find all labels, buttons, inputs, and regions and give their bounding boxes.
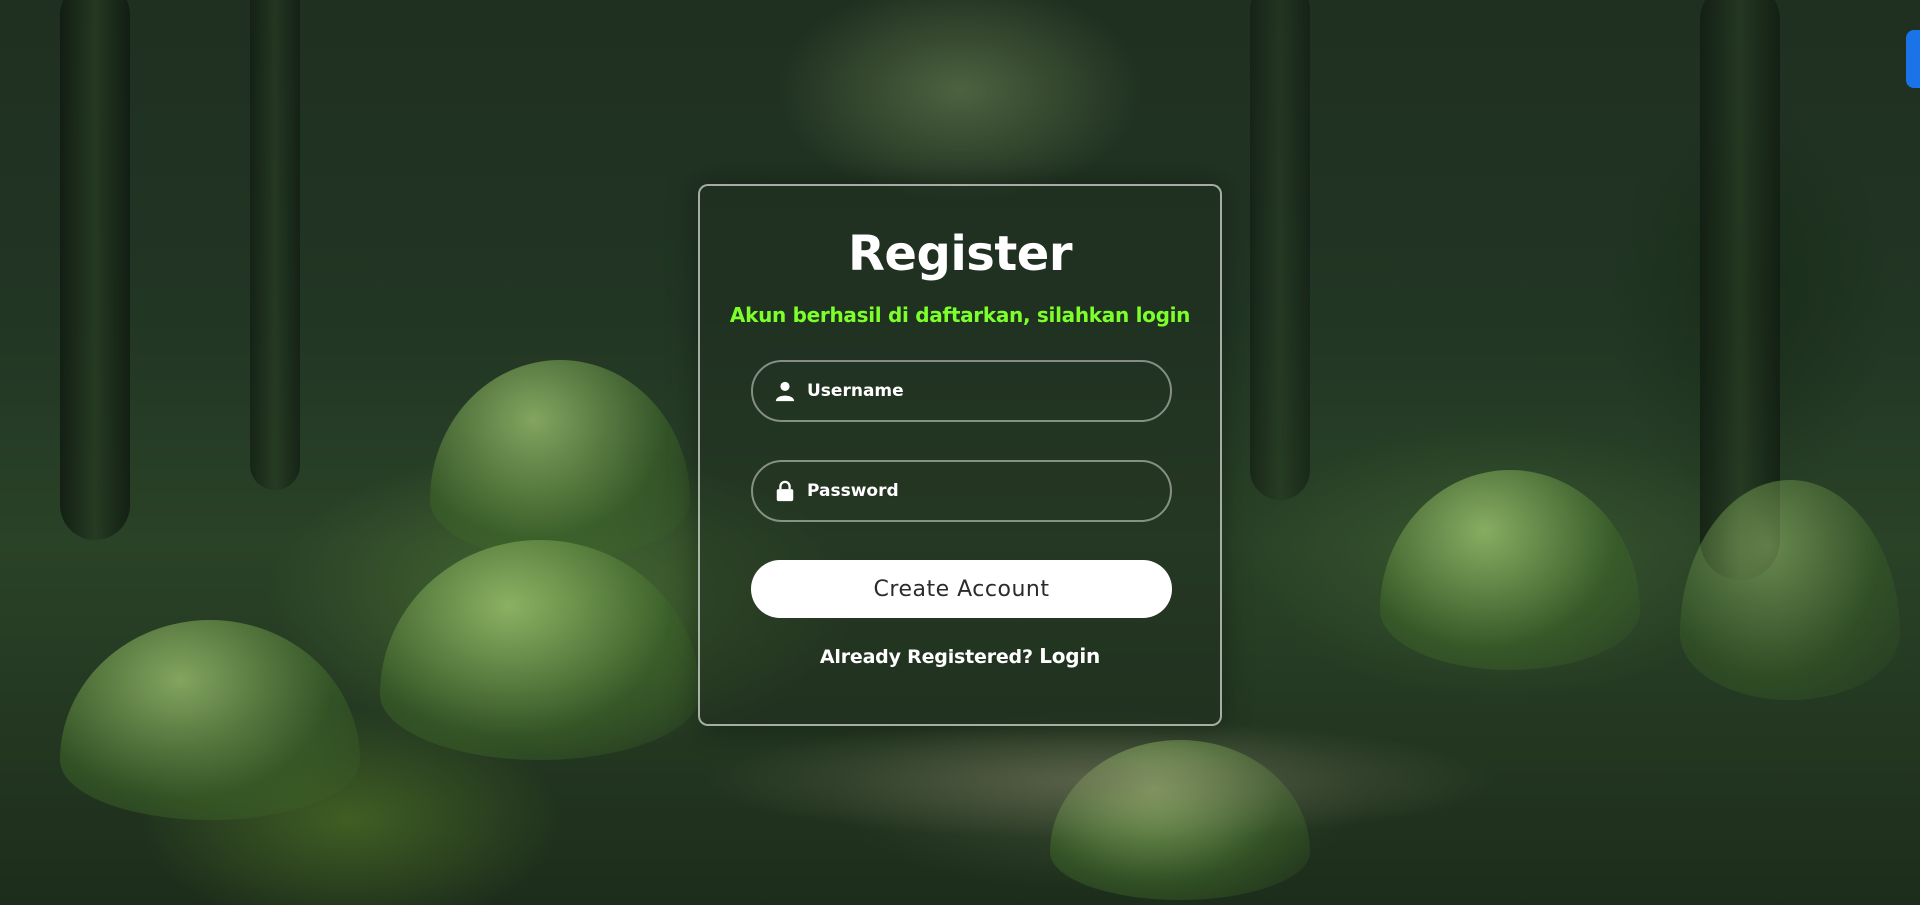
fern-leaf xyxy=(60,620,360,820)
tree-trunk xyxy=(250,0,300,490)
edge-tab[interactable] xyxy=(1906,30,1920,88)
create-account-button[interactable]: Create Account xyxy=(751,560,1172,618)
login-prompt: Already Registered? Login xyxy=(700,644,1220,668)
lock-icon xyxy=(773,479,797,503)
fern-leaf xyxy=(1380,470,1640,670)
password-input[interactable] xyxy=(805,461,1170,521)
user-icon xyxy=(773,379,797,403)
footer-text: Already Registered? xyxy=(819,646,1033,668)
username-field[interactable] xyxy=(751,360,1172,422)
username-input[interactable] xyxy=(805,361,1170,421)
stream xyxy=(700,720,1500,840)
tree-trunk xyxy=(1250,0,1310,500)
page-title: Register xyxy=(847,226,1073,282)
fern-leaf xyxy=(430,360,690,560)
success-message: Akun berhasil di daftarkan, silahkan log… xyxy=(729,302,1191,327)
register-card: Register Akun berhasil di daftarkan, sil… xyxy=(698,184,1222,726)
login-link[interactable]: Login xyxy=(1039,644,1100,668)
tree-trunk xyxy=(60,0,130,540)
password-field[interactable] xyxy=(751,460,1172,522)
fern-leaf xyxy=(380,540,700,760)
